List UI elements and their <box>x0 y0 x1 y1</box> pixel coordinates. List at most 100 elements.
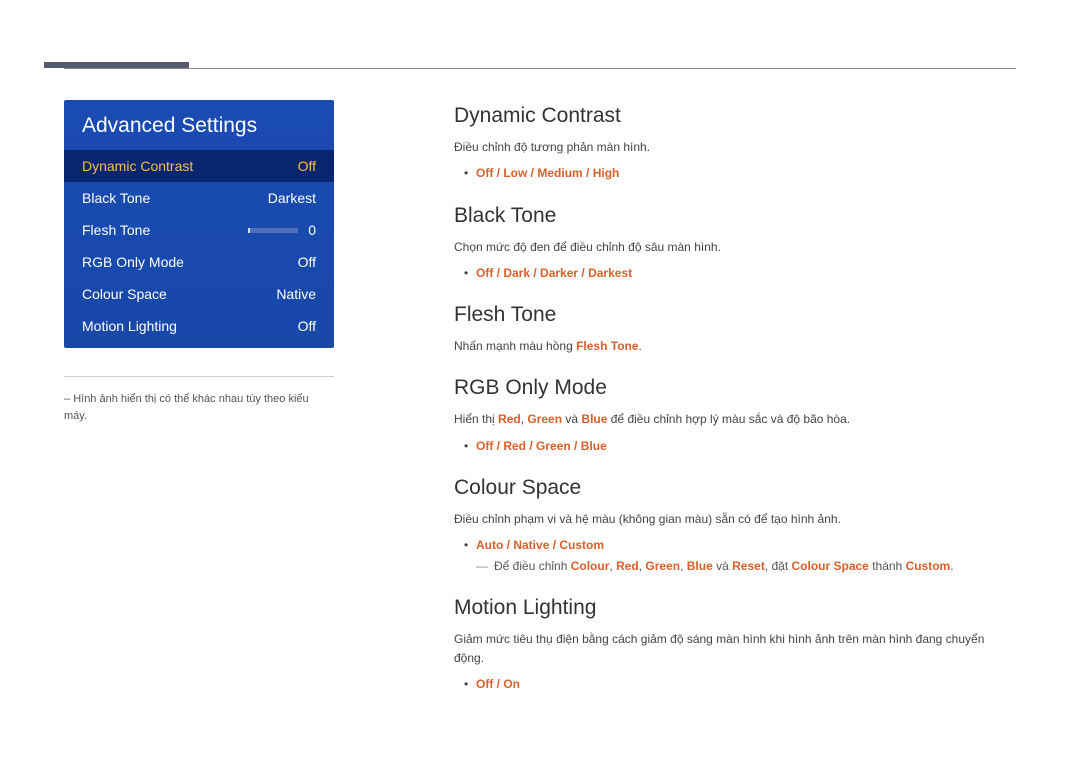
option: High <box>593 166 620 180</box>
option: Native <box>513 538 549 552</box>
note-text: . <box>950 559 953 573</box>
option: Medium <box>537 166 582 180</box>
sidebar-footnote: Hình ảnh hiển thị có thể khác nhau tùy t… <box>64 376 334 424</box>
section-title: Flesh Tone <box>454 303 1016 327</box>
menu-item-motion-lighting[interactable]: Motion Lighting Off <box>64 310 334 348</box>
option: Blue <box>581 439 607 453</box>
note-accent: Custom <box>906 559 951 573</box>
menu-item-value: Darkest <box>268 190 316 206</box>
header-rule <box>64 68 1016 69</box>
option: Darker <box>540 266 578 280</box>
section-title: Dynamic Contrast <box>454 104 1016 128</box>
menu-item-colour-space[interactable]: Colour Space Native <box>64 278 334 310</box>
section-desc: Chọn mức độ đen để điều chỉnh độ sâu màn… <box>454 238 1016 257</box>
option-sep: / <box>530 266 540 280</box>
desc-text: Nhấn mạnh màu hồng <box>454 339 576 353</box>
note-text: , <box>680 559 687 573</box>
menu-item-dynamic-contrast[interactable]: Dynamic Contrast Off <box>64 150 334 182</box>
desc-text: . <box>639 339 642 353</box>
section-title: Black Tone <box>454 204 1016 228</box>
note-accent: Red <box>616 559 639 573</box>
note-accent: Colour <box>571 559 610 573</box>
option-sep: / <box>571 439 581 453</box>
section-options: Off / On <box>454 674 1016 694</box>
option: Dark <box>503 266 530 280</box>
menu-item-rgb-only-mode[interactable]: RGB Only Mode Off <box>64 246 334 278</box>
menu-item-black-tone[interactable]: Black Tone Darkest <box>64 182 334 214</box>
note-accent: Reset <box>732 559 765 573</box>
option-sep: / <box>549 538 559 552</box>
menu-item-value: Off <box>298 158 316 174</box>
menu-item-label: Black Tone <box>82 190 150 206</box>
option-sep: / <box>526 439 536 453</box>
option-sep: / <box>493 266 503 280</box>
menu-item-label: Motion Lighting <box>82 318 177 334</box>
section-black-tone: Black Tone Chọn mức độ đen để điều chỉnh… <box>454 204 1016 284</box>
section-desc: Điều chỉnh phạm vi và hệ màu (không gian… <box>454 510 1016 529</box>
option-sep: / <box>493 166 503 180</box>
section-title: RGB Only Mode <box>454 376 1016 400</box>
menu-item-label: RGB Only Mode <box>82 254 184 270</box>
menu-item-value: Off <box>298 254 316 270</box>
main-content: Dynamic Contrast Điều chỉnh độ tương phả… <box>334 100 1016 715</box>
menu-item-label: Flesh Tone <box>82 222 150 238</box>
note-text: , đặt <box>765 559 792 573</box>
option: Off <box>476 266 493 280</box>
option-sep: / <box>527 166 537 180</box>
section-subnote: Để điều chỉnh Colour, Red, Green, Blue v… <box>454 556 1016 576</box>
note-accent: Colour Space <box>792 559 869 573</box>
section-title: Motion Lighting <box>454 596 1016 620</box>
section-colour-space: Colour Space Điều chỉnh phạm vi và hệ mà… <box>454 476 1016 576</box>
desc-text: và <box>562 412 581 426</box>
menu-title: Advanced Settings <box>64 100 334 150</box>
section-options: Auto / Native / Custom <box>454 535 1016 555</box>
note-text: thành <box>869 559 906 573</box>
section-options: Off / Red / Green / Blue <box>454 436 1016 456</box>
option-sep: / <box>493 439 503 453</box>
option: Off <box>476 677 493 691</box>
menu-item-label: Dynamic Contrast <box>82 158 193 174</box>
settings-menu-panel: Advanced Settings Dynamic Contrast Off B… <box>64 100 334 348</box>
note-text: Để điều chỉnh <box>494 559 571 573</box>
option: Green <box>536 439 571 453</box>
option: Red <box>503 439 526 453</box>
desc-accent: Red <box>498 412 521 426</box>
desc-accent: Flesh Tone <box>576 339 638 353</box>
section-desc: Giảm mức tiêu thụ điện bằng cách giảm độ… <box>454 630 1016 668</box>
option-sep: / <box>578 266 588 280</box>
menu-item-slider-cell: 0 <box>248 222 316 238</box>
desc-text: Hiển thị <box>454 412 498 426</box>
section-flesh-tone: Flesh Tone Nhấn mạnh màu hồng Flesh Tone… <box>454 303 1016 356</box>
section-title: Colour Space <box>454 476 1016 500</box>
menu-item-value: Native <box>276 286 316 302</box>
option-sep: / <box>503 538 513 552</box>
menu-item-label: Colour Space <box>82 286 167 302</box>
option: Auto <box>476 538 503 552</box>
option: Custom <box>559 538 604 552</box>
option-sep: / <box>493 677 503 691</box>
note-text: và <box>713 559 732 573</box>
sidebar: Advanced Settings Dynamic Contrast Off B… <box>64 100 334 715</box>
menu-item-value: 0 <box>308 222 316 238</box>
option: On <box>503 677 520 691</box>
section-desc: Hiển thị Red, Green và Blue để điều chỉn… <box>454 410 1016 429</box>
option: Darkest <box>588 266 632 280</box>
page-content: Advanced Settings Dynamic Contrast Off B… <box>64 100 1016 715</box>
note-accent: Green <box>645 559 680 573</box>
option: Off <box>476 166 493 180</box>
section-desc: Nhấn mạnh màu hồng Flesh Tone. <box>454 337 1016 356</box>
section-options: Off / Dark / Darker / Darkest <box>454 263 1016 283</box>
section-options: Off / Low / Medium / High <box>454 163 1016 183</box>
menu-item-flesh-tone[interactable]: Flesh Tone 0 <box>64 214 334 246</box>
section-motion-lighting: Motion Lighting Giảm mức tiêu thụ điện b… <box>454 596 1016 695</box>
option: Off <box>476 439 493 453</box>
section-desc: Điều chỉnh độ tương phản màn hình. <box>454 138 1016 157</box>
slider-bar[interactable] <box>248 228 298 233</box>
note-accent: Blue <box>687 559 713 573</box>
desc-text: để điều chỉnh hợp lý màu sắc và độ bão h… <box>607 412 850 426</box>
section-rgb-only-mode: RGB Only Mode Hiển thị Red, Green và Blu… <box>454 376 1016 456</box>
menu-item-value: Off <box>298 318 316 334</box>
desc-accent: Blue <box>581 412 607 426</box>
option: Low <box>503 166 527 180</box>
desc-accent: Green <box>527 412 562 426</box>
